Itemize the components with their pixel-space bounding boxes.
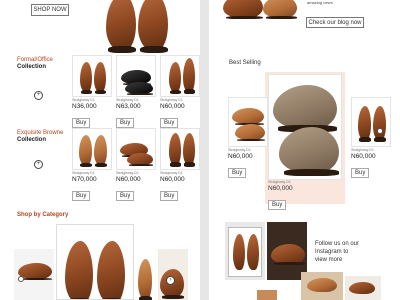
expand-collection-button[interactable]: +: [34, 91, 43, 100]
buy-button[interactable]: Buy: [160, 191, 179, 201]
category-nav-dot[interactable]: [18, 276, 24, 282]
category-next-button[interactable]: ›: [166, 276, 175, 285]
collection-title: Formal/Office: [17, 57, 53, 63]
product-price: N63,000: [116, 103, 141, 110]
product-card[interactable]: Straighway D1 N60,000 Buy: [116, 128, 156, 202]
product-image[interactable]: [72, 55, 112, 97]
buy-button[interactable]: Buy: [72, 191, 91, 201]
product-price: N60,000: [116, 176, 141, 183]
blog-text: amazing news: [307, 0, 333, 5]
collection-heading-browne: Exquisite Browne Collection: [17, 130, 63, 144]
product-card-featured[interactable]: Straighway D1 N60,000 Buy: [268, 74, 342, 211]
shop-now-button[interactable]: SHOP NOW: [31, 4, 69, 16]
best-selling-nav-dot[interactable]: [377, 128, 383, 134]
product-image[interactable]: [160, 55, 200, 97]
buy-button[interactable]: Buy: [72, 118, 91, 128]
category-tile[interactable]: [158, 249, 188, 300]
instagram-photo[interactable]: [301, 272, 343, 300]
product-card[interactable]: Straighway D1 N60,000 Buy: [351, 97, 391, 179]
left-page: SHOP NOW Formal/Office Collection + Stra…: [0, 0, 200, 300]
expand-collection-button[interactable]: +: [34, 160, 43, 169]
product-image[interactable]: [116, 55, 156, 97]
hero-shoes-image: [102, 0, 172, 54]
instagram-cta: Follow us on our Instagram to view more: [315, 240, 359, 264]
product-image[interactable]: [116, 128, 156, 170]
instagram-photo[interactable]: [257, 290, 277, 300]
buy-button[interactable]: Buy: [116, 191, 135, 201]
buy-button[interactable]: Buy: [351, 168, 370, 178]
product-card[interactable]: Straighway D1 N60,000 Buy: [160, 55, 200, 129]
collection-subtitle: Collection: [17, 64, 47, 70]
category-tile[interactable]: [14, 249, 54, 300]
product-image[interactable]: [72, 128, 112, 170]
product-price: N70,000: [72, 176, 97, 183]
product-price: N60,000: [160, 176, 185, 183]
buy-button[interactable]: Buy: [160, 118, 179, 128]
right-page: amazing news Check our blog now Best Sel…: [209, 0, 400, 300]
shop-by-category-heading: Shop by Category: [17, 212, 69, 218]
instagram-photo[interactable]: [345, 276, 381, 300]
instagram-text-line: view more: [315, 257, 343, 263]
product-card[interactable]: Straighway D1 N70,000 Buy: [72, 128, 112, 202]
product-image[interactable]: [351, 97, 391, 147]
instagram-text-line: Instagram to: [315, 249, 349, 255]
product-card[interactable]: Straighway D1 N36,000 Buy: [72, 55, 112, 129]
buy-button[interactable]: Buy: [116, 118, 135, 128]
category-tile-featured[interactable]: [56, 224, 134, 300]
buy-button[interactable]: Buy: [228, 168, 247, 178]
product-price: N60,000: [268, 185, 293, 192]
collection-subtitle: Collection: [17, 137, 47, 143]
collection-title: Exquisite Browne: [17, 130, 64, 136]
product-image[interactable]: [160, 128, 200, 170]
product-price: N36,000: [72, 103, 97, 110]
product-card[interactable]: Straighway D1 N60,000 Buy: [160, 128, 200, 202]
buy-button[interactable]: Buy: [268, 200, 287, 210]
category-tile[interactable]: [136, 249, 156, 300]
product-card[interactable]: Straighway D1 N63,000 Buy: [116, 55, 156, 129]
collection-heading-formal: Formal/Office Collection: [17, 57, 53, 71]
check-blog-button[interactable]: Check our blog now: [306, 17, 364, 28]
instagram-text-line: Follow us on our: [315, 241, 360, 247]
blog-hero-image: [219, 0, 301, 24]
instagram-photo[interactable]: [225, 222, 265, 280]
product-price: N60,000: [160, 103, 185, 110]
best-selling-heading: Best Selling: [229, 60, 261, 66]
product-price: N60,000: [228, 153, 253, 160]
product-image[interactable]: [228, 97, 268, 147]
product-card[interactable]: Straighway D1 N60,000 Buy: [228, 97, 268, 179]
product-price: N60,000: [351, 153, 376, 160]
shoe-box-image: [228, 227, 262, 277]
product-image[interactable]: [268, 74, 342, 180]
screen: SHOP NOW Formal/Office Collection + Stra…: [0, 0, 400, 300]
